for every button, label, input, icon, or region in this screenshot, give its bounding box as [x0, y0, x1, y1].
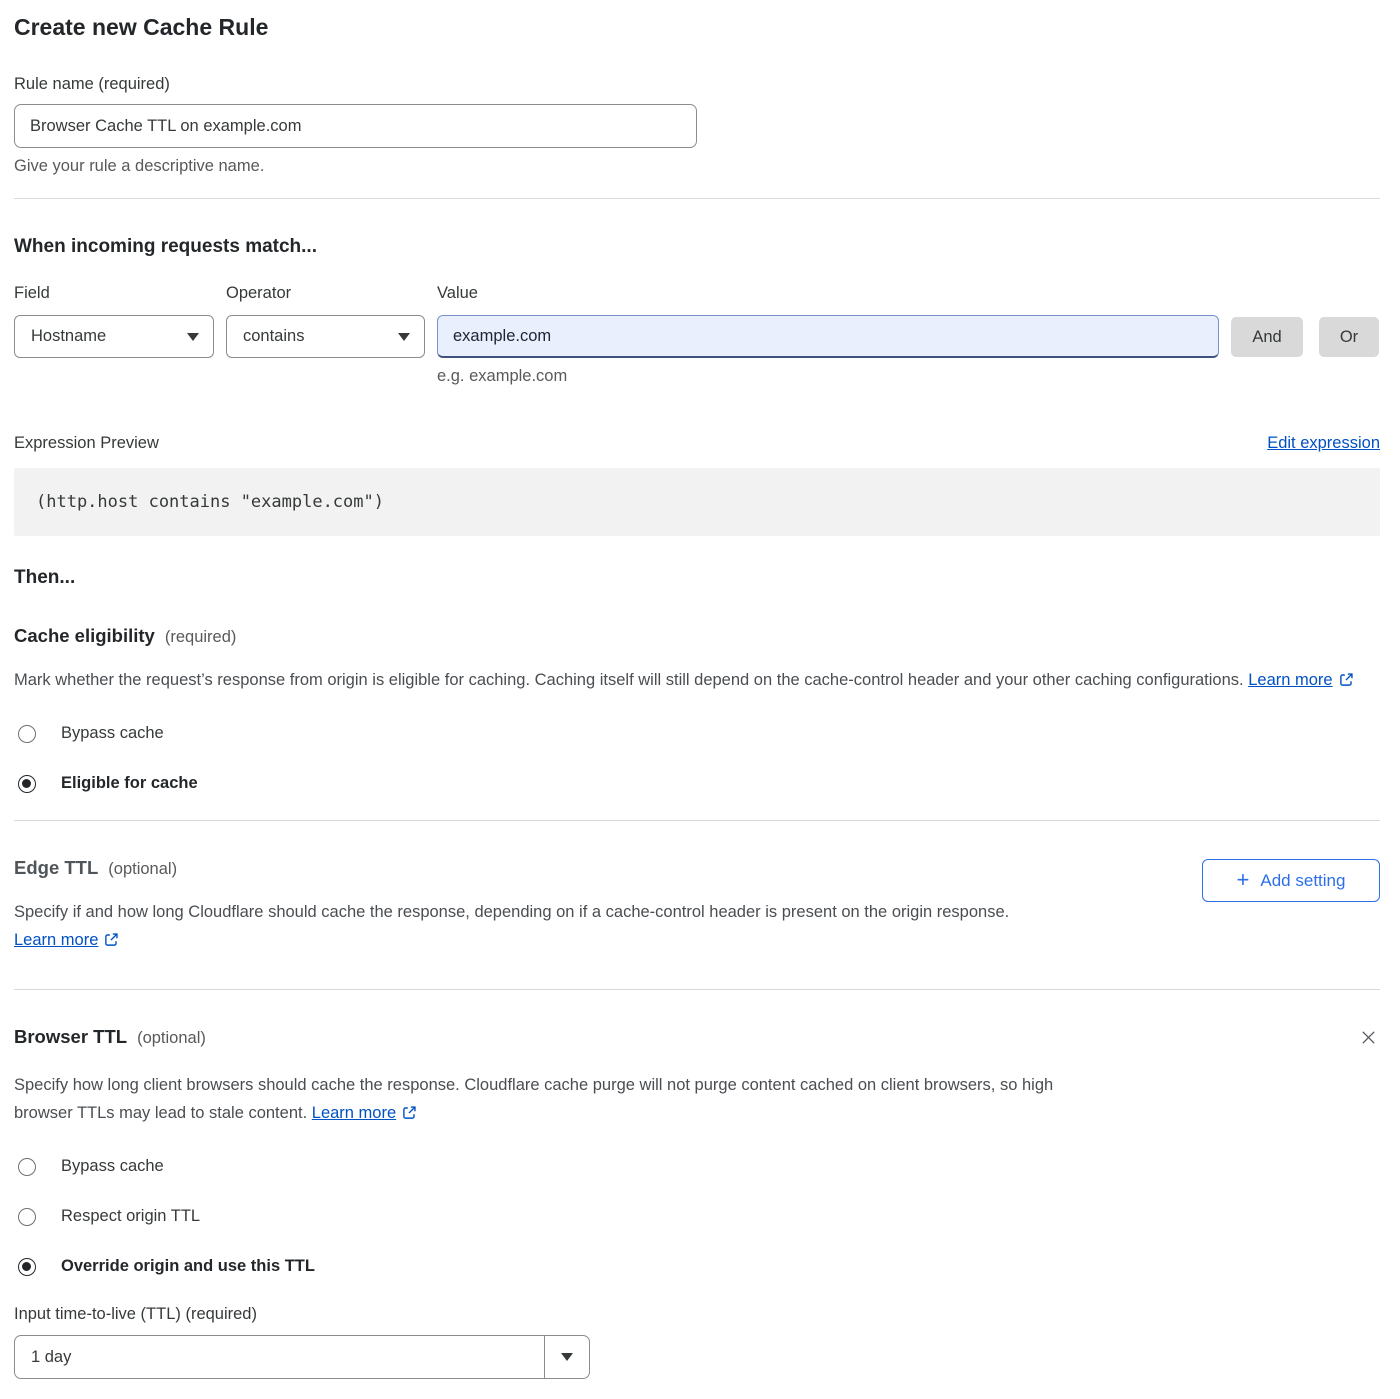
value-column: Value e.g. example.com [437, 284, 1219, 386]
ttl-select-value: 1 day [15, 1336, 544, 1378]
section-divider [14, 820, 1380, 821]
browser-ttl-qualifier: (optional) [137, 1029, 206, 1048]
edge-ttl-learn-more-link[interactable]: Learn more [14, 931, 119, 949]
field-select-value: Hostname [31, 327, 106, 346]
ttl-input-group: Input time-to-live (TTL) (required) 1 da… [14, 1305, 1380, 1379]
cache-eligibility-heading-row: Cache eligibility (required) [14, 625, 1380, 647]
or-button[interactable]: Or [1319, 317, 1379, 357]
add-setting-label: Add setting [1260, 871, 1345, 891]
ttl-select-arrow-button[interactable] [544, 1336, 589, 1378]
then-heading: Then... [14, 567, 1380, 589]
edge-ttl-description: Specify if and how long Cloudflare shoul… [14, 898, 1114, 956]
create-cache-rule-form: Create new Cache Rule Rule name (require… [14, 14, 1380, 1379]
rule-name-group: Rule name (required) Give your rule a de… [14, 75, 1380, 176]
browser-ttl-title: Browser TTL [14, 1026, 127, 1048]
radio-label: Override origin and use this TTL [61, 1257, 315, 1276]
ttl-select[interactable]: 1 day [14, 1335, 590, 1379]
browser-ttl-section: Browser TTL (optional) Specify how long … [14, 1026, 1380, 1379]
operator-column: Operator contains [226, 284, 425, 358]
chevron-down-icon [561, 1353, 573, 1361]
external-link-icon [104, 928, 119, 956]
conjunction-buttons: And Or [1231, 315, 1379, 357]
operator-select-value: contains [243, 327, 304, 346]
edge-ttl-title: Edge TTL [14, 857, 98, 879]
value-input[interactable] [437, 315, 1219, 358]
expression-header: Expression Preview Edit expression [14, 434, 1380, 453]
radio-option-respect-origin-ttl[interactable]: Respect origin TTL [14, 1207, 200, 1226]
edge-ttl-heading-row: Edge TTL (optional) [14, 857, 1114, 879]
rule-name-input[interactable] [14, 104, 697, 148]
cache-eligibility-title: Cache eligibility [14, 625, 155, 647]
page-title: Create new Cache Rule [14, 14, 1380, 41]
match-heading: When incoming requests match... [14, 236, 1380, 258]
and-button[interactable]: And [1231, 317, 1303, 357]
rule-name-label: Rule name (required) [14, 75, 1380, 94]
browser-ttl-description-text: Specify how long client browsers should … [14, 1076, 1053, 1122]
learn-more-label: Learn more [1248, 671, 1332, 689]
radio-label: Bypass cache [61, 1157, 164, 1176]
chevron-down-icon [187, 333, 199, 341]
close-icon[interactable] [1357, 1026, 1380, 1052]
expression-code-block: (http.host contains "example.com") [14, 468, 1380, 536]
radio-button[interactable] [18, 1158, 36, 1176]
rule-name-hint: Give your rule a descriptive name. [14, 157, 1380, 176]
edge-ttl-content: Edge TTL (optional) Specify if and how l… [14, 857, 1114, 956]
radio-label: Respect origin TTL [61, 1207, 200, 1226]
value-hint: e.g. example.com [437, 367, 1219, 386]
cache-eligibility-qualifier: (required) [165, 628, 237, 647]
edge-ttl-section: Edge TTL (optional) Specify if and how l… [14, 857, 1380, 956]
operator-label: Operator [226, 284, 425, 303]
browser-ttl-heading-row: Browser TTL (optional) [14, 1026, 1380, 1052]
edge-ttl-description-text: Specify if and how long Cloudflare shoul… [14, 903, 1009, 921]
cache-eligibility-radio-group: Bypass cache Eligible for cache [14, 724, 1380, 793]
add-setting-button[interactable]: + Add setting [1202, 859, 1380, 902]
cache-eligibility-learn-more-link[interactable]: Learn more [1248, 671, 1353, 689]
radio-button[interactable] [18, 775, 36, 793]
radio-option-override-origin-ttl[interactable]: Override origin and use this TTL [14, 1257, 315, 1276]
plus-icon: + [1237, 869, 1250, 891]
ttl-label: Input time-to-live (TTL) (required) [14, 1305, 1380, 1324]
edge-ttl-qualifier: (optional) [108, 860, 177, 879]
operator-select[interactable]: contains [226, 315, 425, 358]
radio-button[interactable] [18, 1258, 36, 1276]
radio-option-bypass-cache[interactable]: Bypass cache [14, 724, 164, 743]
section-divider [14, 198, 1380, 199]
cache-eligibility-section: Cache eligibility (required) Mark whethe… [14, 625, 1380, 793]
learn-more-label: Learn more [312, 1104, 396, 1122]
cache-eligibility-description-text: Mark whether the request’s response from… [14, 671, 1244, 689]
external-link-icon [402, 1101, 417, 1129]
section-divider [14, 989, 1380, 990]
chevron-down-icon [398, 333, 410, 341]
radio-button[interactable] [18, 1208, 36, 1226]
radio-label: Bypass cache [61, 724, 164, 743]
radio-option-bypass-cache[interactable]: Bypass cache [14, 1157, 164, 1176]
radio-option-eligible-for-cache[interactable]: Eligible for cache [14, 774, 198, 793]
radio-button[interactable] [18, 725, 36, 743]
radio-label: Eligible for cache [61, 774, 198, 793]
expression-preview-label: Expression Preview [14, 434, 159, 453]
field-select[interactable]: Hostname [14, 315, 214, 358]
edit-expression-link[interactable]: Edit expression [1267, 434, 1380, 453]
external-link-icon [1339, 668, 1354, 696]
value-label: Value [437, 284, 1219, 303]
field-label: Field [14, 284, 214, 303]
browser-ttl-description: Specify how long client browsers should … [14, 1071, 1114, 1129]
learn-more-label: Learn more [14, 931, 98, 949]
match-condition-row: Field Hostname Operator contains Value e… [14, 284, 1380, 386]
cache-eligibility-description: Mark whether the request’s response from… [14, 666, 1380, 696]
browser-ttl-radio-group: Bypass cache Respect origin TTL Override… [14, 1157, 1380, 1276]
field-column: Field Hostname [14, 284, 214, 358]
browser-ttl-learn-more-link[interactable]: Learn more [312, 1104, 417, 1122]
